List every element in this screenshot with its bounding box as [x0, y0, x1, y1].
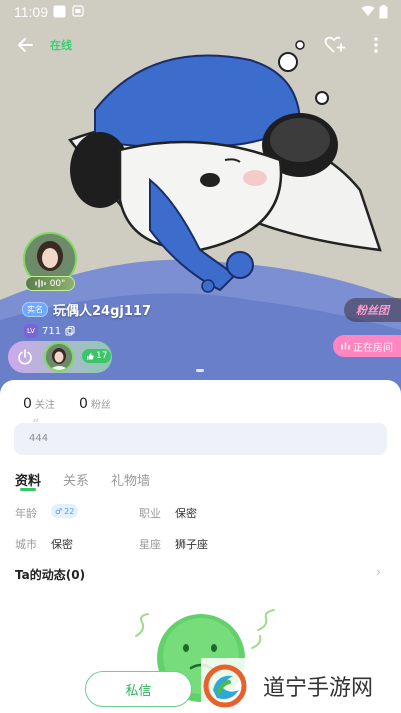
- zodiac-value: 狮子座: [175, 538, 208, 551]
- watermark-logo: [203, 664, 247, 707]
- sound-wave-icon: [35, 279, 46, 288]
- voice-duration: 00": [49, 278, 66, 289]
- thumb-up-icon: [87, 353, 94, 360]
- status-bar: 11:09: [0, 0, 401, 24]
- private-message-button[interactable]: 私信: [85, 671, 192, 707]
- name-row: 实名 玩偶人24gj117: [22, 300, 151, 319]
- active-tab-indicator: [20, 488, 36, 491]
- status-time: 11:09: [14, 4, 48, 20]
- chevron-right-icon[interactable]: ›: [376, 565, 381, 579]
- job-value: 保密: [175, 507, 197, 520]
- followers-count: 0: [79, 396, 88, 412]
- room-avatar: [44, 342, 74, 372]
- page-indicator: [196, 369, 204, 372]
- copy-icon[interactable]: [65, 326, 75, 336]
- watermark: 道宁手游网: [201, 658, 401, 713]
- city-label: 城市: [15, 538, 37, 551]
- power-button[interactable]: [12, 344, 38, 370]
- following-label: 关注: [34, 400, 55, 411]
- arrow-left-icon: [18, 38, 33, 52]
- more-button[interactable]: [363, 32, 389, 58]
- follow-button[interactable]: [322, 32, 348, 58]
- nickname: 玩偶人24gj117: [53, 303, 151, 319]
- followers-stat[interactable]: 0 粉丝: [79, 396, 111, 412]
- signature-text: 444: [29, 433, 49, 444]
- power-icon: [18, 349, 32, 365]
- real-name-badge: 实名: [22, 301, 48, 317]
- watermark-text: 道宁手游网: [263, 675, 374, 701]
- notification-icon: [53, 5, 66, 22]
- following-stat[interactable]: 0 关注: [23, 396, 55, 412]
- city-value: 保密: [51, 538, 73, 551]
- male-icon: ♂: [55, 506, 63, 516]
- signature-box: “ 444: [14, 417, 387, 455]
- followers-label: 粉丝: [90, 400, 111, 411]
- live-bars-icon: [341, 342, 350, 350]
- voice-intro-button[interactable]: 00": [25, 276, 75, 291]
- age-badge: ♂ 22: [51, 504, 79, 518]
- tab-gift-wall[interactable]: 礼物墙: [111, 470, 150, 489]
- in-room-button[interactable]: 正在房间: [333, 335, 401, 357]
- tab-profile[interactable]: 资料: [15, 470, 42, 491]
- wifi-icon: [361, 5, 375, 21]
- more-vertical-icon: [374, 37, 378, 53]
- age-value: 22: [64, 506, 75, 516]
- in-room-label: 正在房间: [353, 342, 393, 354]
- fans-club-button[interactable]: 粉丝团: [344, 298, 401, 322]
- id-row: LV 711: [24, 324, 75, 338]
- room-avatar-photo: [46, 344, 72, 370]
- fan-count-badge: 17: [82, 349, 112, 363]
- profile-tabs: 资料 关系 礼物墙: [15, 470, 172, 491]
- back-button[interactable]: [12, 32, 38, 58]
- zodiac-label: 星座: [139, 538, 161, 551]
- age-label: 年龄: [15, 507, 37, 520]
- fan-count: 17: [96, 351, 108, 361]
- user-id: 711: [42, 325, 62, 337]
- job-label: 职业: [139, 507, 161, 520]
- top-bar: 在线: [0, 28, 401, 62]
- moments-title[interactable]: Ta的动态(0): [15, 566, 85, 583]
- app-notification-icon: [72, 5, 84, 21]
- heart-plus-icon: [324, 36, 346, 53]
- online-status: 在线: [50, 39, 72, 52]
- level-badge: LV: [24, 324, 38, 338]
- following-count: 0: [23, 396, 32, 412]
- quote-icon: “: [32, 417, 40, 433]
- battery-icon: [379, 5, 388, 23]
- tab-profile-label: 资料: [15, 474, 42, 489]
- tab-relations[interactable]: 关系: [63, 470, 89, 489]
